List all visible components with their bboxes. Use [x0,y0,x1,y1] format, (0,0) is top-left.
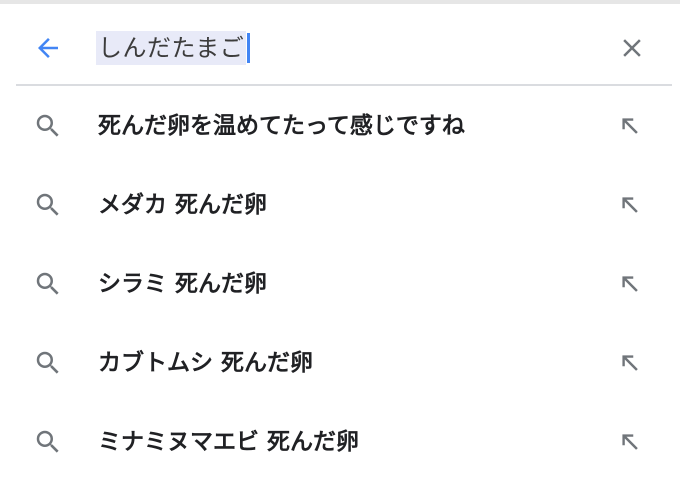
clear-button[interactable] [612,28,652,68]
back-button[interactable] [28,28,68,68]
search-input[interactable]: しんだたまご [96,28,251,68]
fill-query-button[interactable] [612,108,648,144]
fill-query-button[interactable] [612,187,648,223]
suggestion-label[interactable]: シラミ 死んだ卵 [98,264,267,304]
search-icon [30,345,66,381]
arrow-up-left-icon [622,434,638,450]
suggestion-item[interactable]: ミナミヌマエビ 死んだ卵 [0,402,680,481]
text-caret [247,33,251,63]
fill-query-button[interactable] [612,266,648,302]
fill-query-button[interactable] [612,345,648,381]
search-query-text[interactable]: しんだたまご [96,31,247,65]
suggestion-label[interactable]: ミナミヌマエビ 死んだ卵 [98,422,359,462]
suggestion-item[interactable]: カブトムシ 死んだ卵 [0,323,680,402]
close-icon [623,39,641,57]
fill-query-button[interactable] [612,424,648,460]
search-icon [30,266,66,302]
arrow-up-left-icon [622,355,638,371]
suggestion-item[interactable]: 死んだ卵を温めてたって感じですね [0,86,680,165]
suggestion-item[interactable]: メダカ 死んだ卵 [0,165,680,244]
arrow-up-left-icon [622,276,638,292]
suggestion-label[interactable]: メダカ 死んだ卵 [98,185,267,225]
suggestion-label[interactable]: 死んだ卵を温めてたって感じですね [98,106,465,146]
search-icon [30,108,66,144]
arrow-up-left-icon [622,197,638,213]
suggestion-label[interactable]: カブトムシ 死んだ卵 [98,343,313,383]
search-icon [30,424,66,460]
suggestion-item[interactable]: シラミ 死んだ卵 [0,244,680,323]
suggestion-list: 死んだ卵を温めてたって感じですね メダカ 死んだ卵 シラミ 死んだ卵 カブトムシ… [0,86,680,481]
arrow-up-left-icon [622,118,638,134]
search-icon [30,187,66,223]
search-bar: しんだたまご [0,4,680,86]
arrow-left-icon [38,38,58,58]
